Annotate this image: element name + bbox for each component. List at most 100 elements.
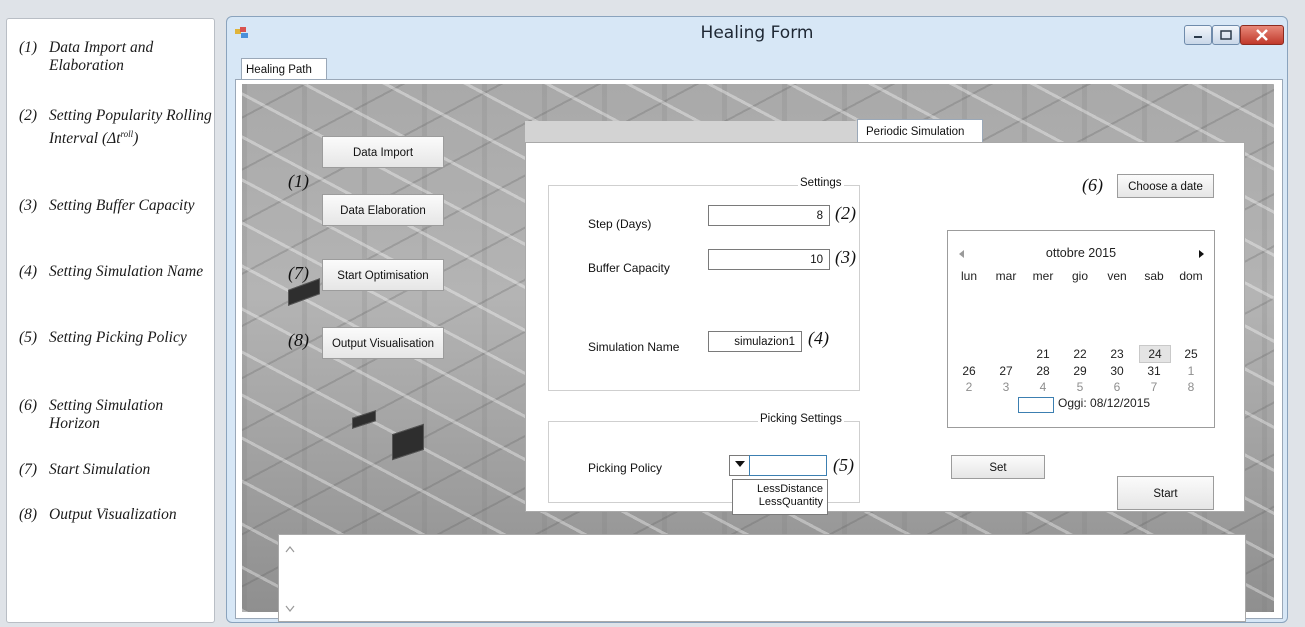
calendar-day[interactable]: 30 xyxy=(1102,364,1132,378)
calendar-day[interactable]: 6 xyxy=(1102,380,1132,394)
legend-text: Data Import and Elaboration xyxy=(49,39,154,74)
marker-3: (3) xyxy=(835,247,856,267)
machine-shape xyxy=(352,410,376,429)
minimize-button[interactable] xyxy=(1184,25,1212,45)
legend-text: Setting Picking Policy xyxy=(49,329,187,346)
minimize-icon xyxy=(1194,36,1202,38)
calendar-day[interactable]: 2 xyxy=(954,380,984,394)
combo-arrow-button[interactable] xyxy=(729,455,750,476)
output-log-textarea[interactable] xyxy=(278,534,1246,622)
scroll-down-icon[interactable] xyxy=(285,605,295,613)
data-elaboration-button[interactable]: Data Elaboration xyxy=(322,194,444,226)
machine-shape xyxy=(392,423,424,461)
simulation-name-label: Simulation Name xyxy=(588,340,680,354)
legend-text: Start Simulation xyxy=(49,461,151,478)
window-title: Healing Form xyxy=(700,23,814,43)
calendar-day[interactable]: 25 xyxy=(1176,347,1206,361)
today-link[interactable]: Oggi: 08/12/2015 xyxy=(1058,396,1150,410)
tab-healing-path[interactable]: Healing Path xyxy=(241,58,327,80)
calendar-day[interactable]: 1 xyxy=(1176,364,1206,378)
marker-7: (7) xyxy=(288,263,309,283)
calendar-day[interactable]: 21 xyxy=(1028,347,1058,361)
title-bar[interactable]: Healing Form xyxy=(227,17,1287,51)
weekday-label: mer xyxy=(1032,269,1054,283)
calendar-day[interactable]: 7 xyxy=(1139,380,1169,394)
calendar-day[interactable]: 23 xyxy=(1102,347,1132,361)
legend-num: (2) xyxy=(19,107,38,124)
legend-text: Setting Simulation Name xyxy=(49,263,204,280)
calendar-day[interactable]: 31 xyxy=(1139,364,1169,378)
choose-date-button[interactable]: Choose a date xyxy=(1117,174,1214,198)
calendar-day-selected[interactable]: 24 xyxy=(1139,345,1171,363)
simulation-name-input[interactable]: simulazion1 xyxy=(708,331,802,352)
option-less-quantity[interactable]: LessQuantity xyxy=(735,496,823,508)
calendar-day[interactable]: 3 xyxy=(991,380,1021,394)
maximize-icon xyxy=(1220,30,1232,40)
tab-periodic-simulation[interactable]: Periodic Simulation xyxy=(857,119,983,143)
picking-policy-select[interactable] xyxy=(749,455,827,476)
calendar-day[interactable]: 5 xyxy=(1065,380,1095,394)
calendar-day[interactable]: 22 xyxy=(1065,347,1095,361)
tab-strip xyxy=(525,121,857,143)
marker-1: (1) xyxy=(288,171,309,191)
legend-num: (6) xyxy=(19,397,38,414)
tab-content: (1) (7) (8) Data Import Data Elaboration… xyxy=(235,79,1283,622)
legend-text: Setting Buffer Capacity xyxy=(49,197,195,214)
next-month-icon[interactable] xyxy=(1197,249,1205,259)
month-calendar[interactable]: ottobre 2015 lun mar mer gio ven sab dom… xyxy=(947,230,1215,428)
weekday-label: ven xyxy=(1107,269,1127,283)
legend-close: ) xyxy=(133,130,139,148)
calendar-day[interactable]: 26 xyxy=(954,364,984,378)
weekday-label: lun xyxy=(960,269,977,283)
marker-6: (6) xyxy=(1082,175,1103,195)
legend-num: (8) xyxy=(19,506,38,523)
periodic-simulation-panel: Settings Step (Days) 8 (2) Buffer Capaci… xyxy=(525,142,1245,515)
marker-4: (4) xyxy=(808,328,829,348)
scroll-up-icon[interactable] xyxy=(285,545,295,553)
maximize-button[interactable] xyxy=(1212,25,1240,45)
healing-form-window: Healing Form Healing Path (1) (7) (8) Da… xyxy=(226,16,1288,623)
combo-arrow-icon xyxy=(735,461,745,467)
legend-text: Output Visualization xyxy=(49,506,177,523)
legend-panel: (1) Data Import and Elaboration (2) Sett… xyxy=(6,18,215,623)
set-button[interactable]: Set xyxy=(951,455,1045,479)
calendar-day[interactable]: 4 xyxy=(1028,380,1058,394)
legend-sup: roll xyxy=(120,129,134,139)
close-icon xyxy=(1256,29,1268,41)
calendar-day[interactable]: 29 xyxy=(1065,364,1095,378)
calendar-day[interactable]: 28 xyxy=(1028,364,1058,378)
picking-settings-title: Picking Settings xyxy=(758,413,844,425)
calendar-day[interactable]: 27 xyxy=(991,364,1021,378)
step-input[interactable]: 8 xyxy=(708,205,830,226)
weekday-label: sab xyxy=(1144,269,1164,283)
close-button[interactable] xyxy=(1240,25,1284,45)
settings-group-title: Settings xyxy=(798,177,844,189)
legend-num: (7) xyxy=(19,461,38,478)
marker-2: (2) xyxy=(835,203,856,223)
today-box xyxy=(1018,397,1054,413)
weekday-label: dom xyxy=(1179,269,1203,283)
weekday-label: gio xyxy=(1071,269,1088,283)
legend-text: Setting Simulation Horizon xyxy=(49,397,164,432)
calendar-day[interactable]: 8 xyxy=(1176,380,1206,394)
calendar-month[interactable]: ottobre 2015 xyxy=(948,246,1214,260)
buffer-capacity-input[interactable]: 10 xyxy=(708,249,830,270)
buffer-capacity-label: Buffer Capacity xyxy=(588,261,670,275)
legend-num: (3) xyxy=(19,197,38,214)
legend-num: (1) xyxy=(19,39,38,56)
option-less-distance[interactable]: LessDistance xyxy=(735,483,823,495)
start-optimisation-button[interactable]: Start Optimisation xyxy=(322,259,444,291)
marker-5: (5) xyxy=(833,455,854,475)
legend-num: (4) xyxy=(19,263,38,280)
step-label: Step (Days) xyxy=(588,217,652,231)
start-button[interactable]: Start xyxy=(1117,476,1214,510)
picking-policy-label: Picking Policy xyxy=(588,461,663,475)
output-visualisation-button[interactable]: Output Visualisation xyxy=(322,327,444,359)
legend-text: Setting Popularity Rolling Interval (Δtr… xyxy=(49,107,214,148)
marker-8: (8) xyxy=(288,330,309,350)
legend-text-main: Setting Popularity Rolling Interval (Δt xyxy=(49,107,212,148)
picking-policy-dropdown: LessDistance LessQuantity xyxy=(732,479,828,515)
legend-num: (5) xyxy=(19,329,38,346)
data-import-button[interactable]: Data Import xyxy=(322,136,444,168)
weekday-label: mar xyxy=(995,269,1017,283)
